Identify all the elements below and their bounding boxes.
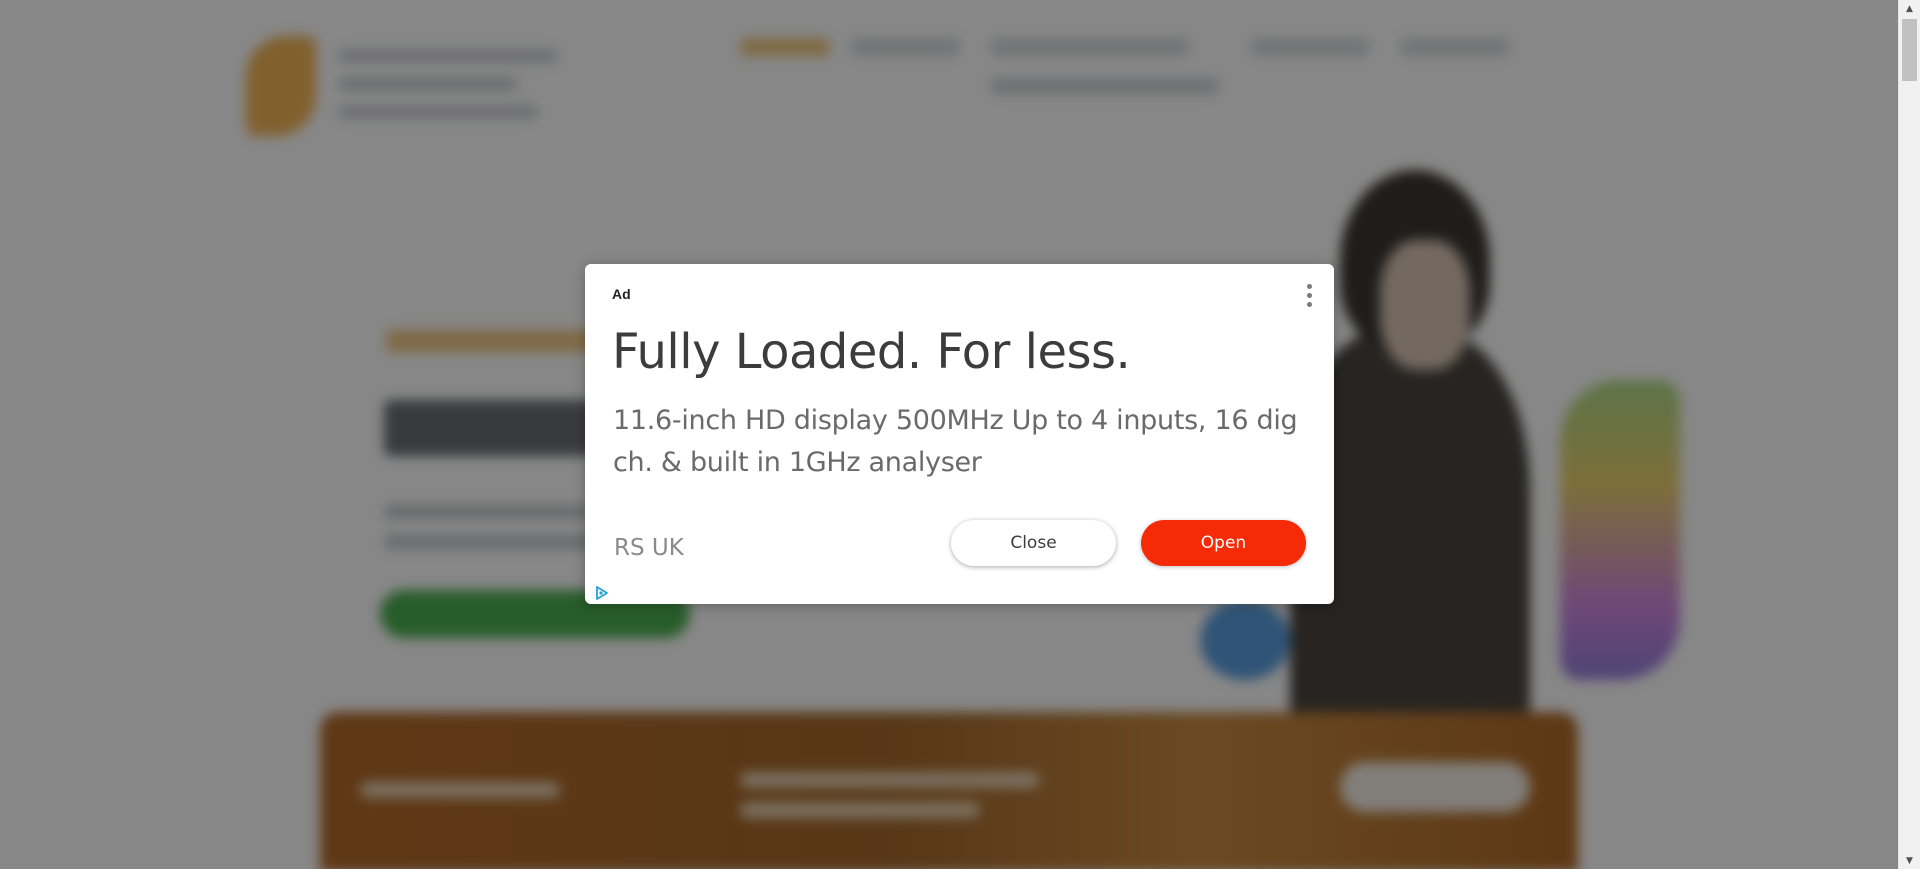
ad-advertiser[interactable]: RS UK — [614, 535, 684, 561]
ad-description[interactable]: 11.6-inch HD display 500MHz Up to 4 inpu… — [613, 400, 1313, 484]
scroll-down-icon[interactable]: ▼ — [1899, 852, 1920, 869]
adchoices-icon[interactable] — [593, 584, 611, 602]
kebab-menu-icon[interactable] — [1299, 282, 1319, 308]
open-button[interactable]: Open — [1141, 520, 1306, 566]
scroll-up-icon[interactable]: ▲ — [1899, 0, 1920, 17]
close-button[interactable]: Close — [951, 520, 1116, 566]
ad-badge: Ad — [612, 286, 631, 302]
vertical-scrollbar[interactable]: ▲ ▼ — [1898, 0, 1920, 869]
ad-headline[interactable]: Fully Loaded. For less. — [612, 324, 1131, 380]
ad-dialog: Ad Fully Loaded. For less. 11.6-inch HD … — [585, 264, 1334, 604]
scroll-thumb[interactable] — [1902, 19, 1917, 81]
